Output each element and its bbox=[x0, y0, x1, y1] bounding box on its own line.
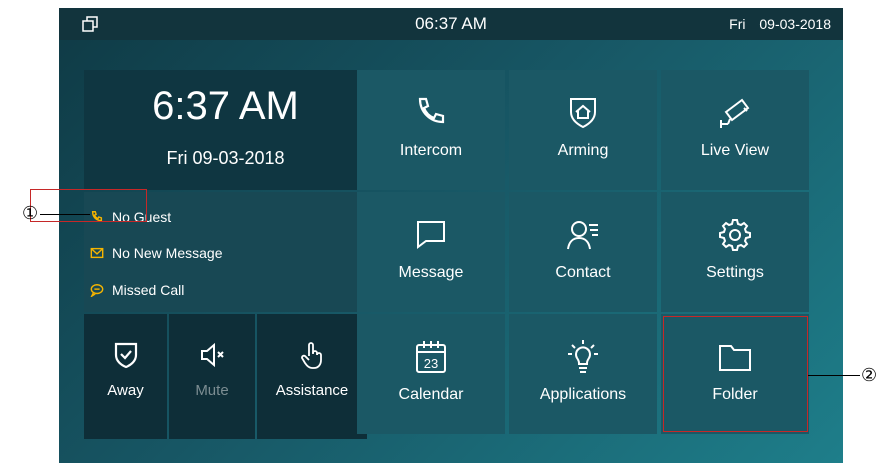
status-time: 06:37 AM bbox=[415, 14, 487, 33]
tile-calendar[interactable]: 23 Calendar bbox=[357, 314, 505, 434]
lightbulb-icon bbox=[568, 340, 598, 373]
notification-label: No New Message bbox=[112, 245, 223, 261]
notification-label: Missed Call bbox=[112, 282, 185, 298]
envelope-icon bbox=[90, 247, 104, 259]
tile-label: Calendar bbox=[398, 386, 464, 403]
tile-intercom[interactable]: Intercom bbox=[357, 70, 505, 190]
tile-applications[interactable]: Applications bbox=[509, 314, 657, 434]
callout-1-marker: ① bbox=[22, 203, 39, 223]
shield-check-icon bbox=[114, 342, 137, 369]
tile-label: Contact bbox=[555, 264, 611, 281]
callout-2-highlight bbox=[663, 316, 808, 432]
tile-settings[interactable]: Settings bbox=[661, 192, 809, 312]
callout-2-leader-line bbox=[808, 375, 860, 376]
assistance-button[interactable]: Assistance bbox=[257, 314, 367, 439]
mute-button[interactable]: Mute bbox=[169, 314, 255, 439]
calendar-icon: 23 bbox=[416, 341, 446, 373]
notification-no-new-message[interactable]: No New Message bbox=[90, 242, 223, 264]
tile-label: Intercom bbox=[399, 142, 463, 159]
phone-icon bbox=[418, 97, 445, 124]
tile-arming[interactable]: Arming bbox=[509, 70, 657, 190]
assistance-label: Assistance bbox=[275, 382, 349, 399]
away-button[interactable]: Away bbox=[84, 314, 167, 439]
shield-home-icon bbox=[570, 98, 596, 129]
message-bubble-icon bbox=[417, 221, 445, 249]
contact-person-icon bbox=[567, 221, 598, 250]
away-label: Away bbox=[107, 382, 144, 399]
clock-date: Fri 09-03-2018 bbox=[166, 148, 285, 168]
calendar-day: 23 bbox=[424, 356, 438, 371]
mute-label: Mute bbox=[195, 382, 229, 399]
tile-label: Settings bbox=[706, 264, 764, 281]
cctv-camera-icon bbox=[720, 98, 750, 128]
tile-label: Live View bbox=[700, 142, 770, 159]
notification-missed-call[interactable]: Missed Call bbox=[90, 279, 184, 301]
gear-icon bbox=[719, 219, 751, 251]
tile-contact[interactable]: Contact bbox=[509, 192, 657, 312]
callout-2-marker: ② bbox=[861, 365, 878, 385]
status-date: Fri 09-03-2018 bbox=[729, 16, 831, 32]
tile-label: Arming bbox=[557, 142, 609, 159]
hand-pointer-icon bbox=[301, 342, 322, 369]
callout-1-highlight bbox=[30, 189, 147, 222]
tile-live-view[interactable]: Live View bbox=[661, 70, 809, 190]
tile-message[interactable]: Message bbox=[357, 192, 505, 312]
clock-panel: 6:37 AM Fri 09-03-2018 bbox=[84, 70, 367, 190]
callout-1-leader-line bbox=[40, 214, 90, 215]
speaker-mute-icon bbox=[201, 342, 224, 368]
chat-bubble-icon bbox=[90, 284, 104, 297]
status-bar: 06:37 AM Fri 09-03-2018 bbox=[59, 8, 843, 40]
clock-time: 6:37 AM bbox=[152, 84, 299, 128]
tile-label: Applications bbox=[539, 386, 627, 403]
tile-label: Message bbox=[398, 264, 464, 281]
